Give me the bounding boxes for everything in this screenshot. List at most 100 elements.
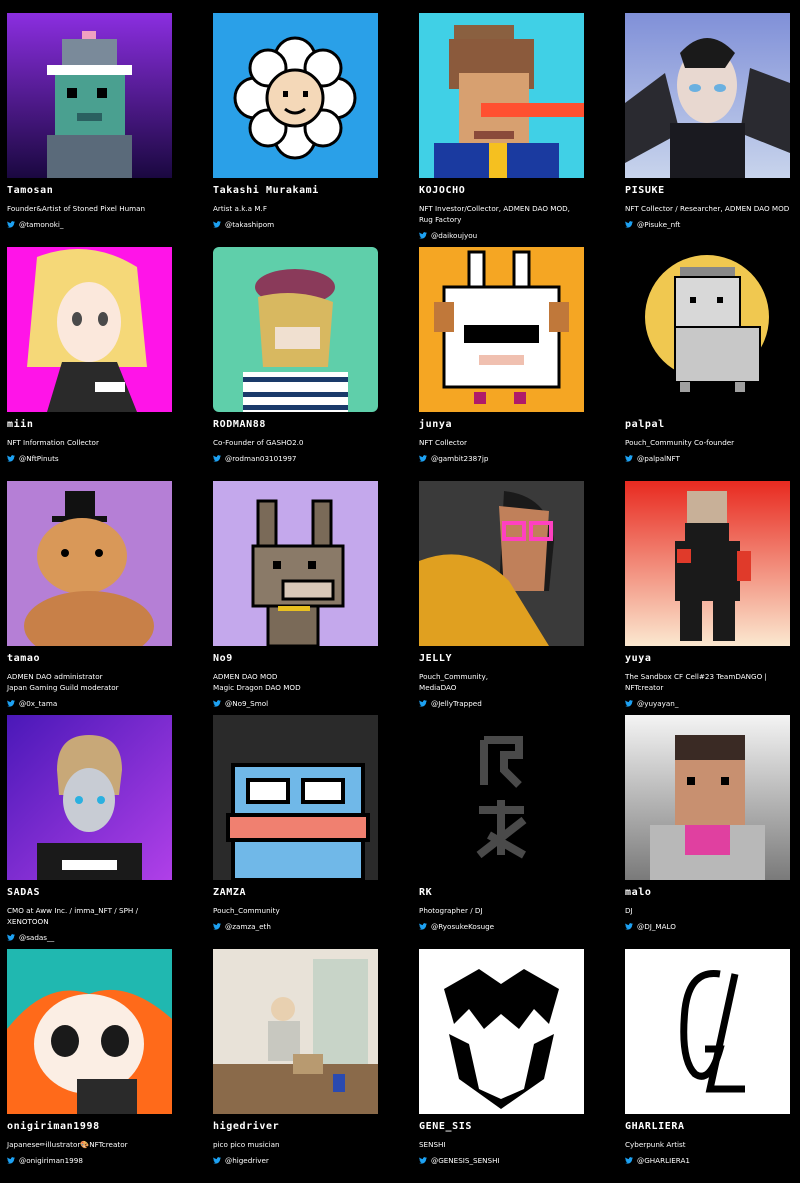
twitter-handle: @DJ_MALO — [637, 922, 676, 931]
twitter-icon — [419, 700, 427, 707]
twitter-link[interactable]: @higedriver — [213, 1155, 378, 1166]
member-bio: Pouch_Community, MediaDAO — [419, 672, 489, 692]
twitter-icon — [625, 923, 633, 930]
anime-girl-icon — [7, 247, 172, 412]
twitter-link[interactable]: @zamza_eth — [213, 921, 378, 932]
twitter-link[interactable]: @tamonoki_ — [7, 219, 172, 230]
flower-face-icon — [213, 13, 378, 178]
member-bio: DJ — [625, 906, 633, 915]
member-name: ZAMZA — [213, 887, 247, 898]
twitter-icon — [7, 934, 15, 941]
twitter-link[interactable]: @DJ_MALO — [625, 921, 790, 932]
twitter-link[interactable]: @No9_Smol — [213, 698, 378, 709]
twitter-link[interactable]: @palpalNFT — [625, 453, 790, 464]
member-card: KOJOCHO NFT Investor/Collector, ADMEN DA… — [419, 13, 584, 247]
twitter-link[interactable]: @sadas__ — [7, 932, 172, 943]
twitter-link[interactable]: @yuyayan_ — [625, 698, 790, 709]
member-name: miin — [7, 419, 34, 430]
twitter-link[interactable]: @RyosukeKosuge — [419, 921, 584, 932]
member-name: JELLY — [419, 653, 453, 664]
twitter-handle: @palpalNFT — [637, 454, 680, 463]
twitter-icon — [213, 455, 221, 462]
member-card: miin NFT Information Collector @NftPinut… — [7, 247, 172, 481]
member-name: higedriver — [213, 1121, 280, 1132]
member-name: malo — [625, 887, 652, 898]
twitter-icon — [419, 455, 427, 462]
twitter-link[interactable]: @gambit2387jp — [419, 453, 584, 464]
member-name: GENE_SIS — [419, 1121, 472, 1132]
skull-logo-icon — [419, 949, 584, 1114]
member-name: onigiriman1998 — [7, 1121, 100, 1132]
member-name: RODMAN88 — [213, 419, 266, 430]
member-card: palpal Pouch_Community Co-founder @palpa… — [625, 247, 790, 481]
team-grid: Tamosan Founder&Artist of Stoned Pixel H… — [0, 0, 800, 1183]
twitter-link[interactable]: @0x_tama — [7, 698, 172, 709]
member-card: ZAMZA Pouch_Community @zamza_eth — [213, 715, 378, 949]
twitter-link[interactable]: @GHARLIERA1 — [625, 1155, 790, 1166]
twitter-handle: @gambit2387jp — [431, 454, 489, 463]
member-name: Tamosan — [7, 185, 54, 196]
twitter-handle: @onigiriman1998 — [19, 1156, 83, 1165]
member-bio: Cyberpunk Artist — [625, 1140, 686, 1149]
twitter-icon — [625, 1157, 633, 1164]
twitter-handle: @daikoujyou — [431, 231, 478, 240]
twitter-handle: @Pisuke_nft — [637, 220, 681, 229]
twitter-link[interactable]: @onigiriman1998 — [7, 1155, 172, 1166]
member-name: GHARLIERA — [625, 1121, 685, 1132]
twitter-icon — [625, 455, 633, 462]
laser-eye-punk-icon — [419, 13, 584, 178]
mutant-ape-icon — [213, 247, 378, 412]
voxel-character-icon — [625, 481, 790, 646]
member-bio: Photographer / DJ — [419, 906, 483, 915]
gl-logo-icon — [625, 949, 790, 1114]
member-bio: NFT Collector — [419, 438, 468, 447]
member-card: RK Photographer / DJ @RyosukeKosuge — [419, 715, 584, 949]
twitter-icon — [213, 221, 221, 228]
member-card: RODMAN88 Co-Founder of GASHO2.0 @rodman0… — [213, 247, 378, 481]
twitter-handle: @sadas__ — [19, 933, 55, 942]
twitter-icon — [213, 1157, 221, 1164]
twitter-handle: @RyosukeKosuge — [431, 922, 495, 931]
twitter-icon — [625, 221, 633, 228]
member-name: SADAS — [7, 887, 41, 898]
twitter-link[interactable]: @daikoujyou — [419, 230, 584, 241]
twitter-icon — [213, 700, 221, 707]
member-bio: Founder&Artist of Stoned Pixel Human — [7, 204, 146, 213]
twitter-handle: @tamonoki_ — [19, 220, 64, 229]
member-bio: NFT Investor/Collector, ADMEN DAO MOD, R… — [419, 204, 570, 224]
twitter-icon — [625, 700, 633, 707]
member-card: malo DJ @DJ_MALO — [625, 715, 790, 949]
member-bio: The Sandbox CF Cell#23 TeamDANGO | NFTcr… — [625, 672, 767, 692]
twitter-handle: @NftPinuts — [19, 454, 59, 463]
twitter-link[interactable]: @NftPinuts — [7, 453, 172, 464]
member-bio: ADMEN DAO administrator Japan Gaming Gui… — [7, 672, 119, 692]
member-name: junya — [419, 419, 453, 430]
pixel-sheep-icon — [419, 247, 584, 412]
twitter-handle: @takashipom — [225, 220, 275, 229]
member-bio: NFT Information Collector — [7, 438, 99, 447]
member-bio: Artist a.k.a M.F — [213, 204, 267, 213]
teal-hair-girl-icon — [7, 949, 172, 1114]
member-bio: Pouch_Community Co-founder — [625, 438, 735, 447]
twitter-link[interactable]: @takashipom — [213, 219, 378, 230]
member-name: No9 — [213, 653, 233, 664]
member-bio: SENSHI — [419, 1140, 446, 1149]
member-card: Takashi Murakami Artist a.k.a M.F @takas… — [213, 13, 378, 247]
member-name: Takashi Murakami — [213, 185, 319, 196]
twitter-link[interactable]: @rodman03101997 — [213, 453, 378, 464]
twitter-link[interactable]: @Pisuke_nft — [625, 219, 790, 230]
member-bio: Pouch_Community — [213, 906, 280, 915]
member-name: tamao — [7, 653, 41, 664]
member-card: junya NFT Collector @gambit2387jp — [419, 247, 584, 481]
member-card: JELLY Pouch_Community, MediaDAO @JellyTr… — [419, 481, 584, 715]
twitter-link[interactable]: @GENESIS_SENSHI — [419, 1155, 584, 1166]
member-bio: Co-Founder of GASHO2.0 — [213, 438, 304, 447]
twitter-icon — [419, 923, 427, 930]
twitter-link[interactable]: @JellyTrapped — [419, 698, 584, 709]
twitter-handle: @GHARLIERA1 — [637, 1156, 690, 1165]
twitter-icon — [419, 1157, 427, 1164]
member-card: tamao ADMEN DAO administrator Japan Gami… — [7, 481, 172, 715]
member-card: GENE_SIS SENSHI @GENESIS_SENSHI — [419, 949, 584, 1183]
member-card: onigiriman1998 Japanese✏illustrator🎨NFTc… — [7, 949, 172, 1183]
twitter-handle: @yuyayan_ — [637, 699, 679, 708]
